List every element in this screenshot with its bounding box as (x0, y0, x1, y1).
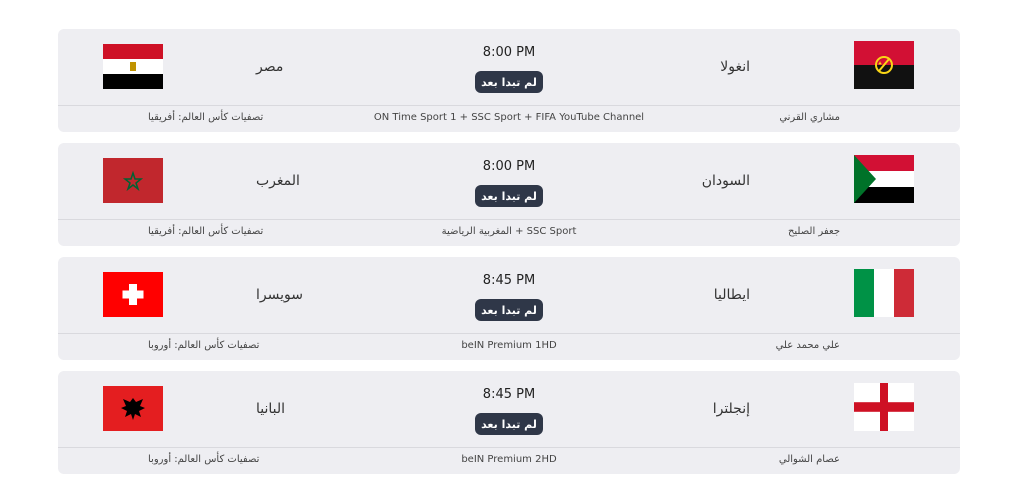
match-time: 8:45 PM (482, 387, 536, 402)
match-info: علي محمد علي beIN Premium 1HD تصفيات كأس… (58, 333, 960, 360)
competition: تصفيات كأس العالم: أفريقيا (148, 226, 264, 237)
albania-flag-icon (103, 386, 163, 431)
switzerland-flag-icon (103, 272, 163, 317)
match-time: 8:45 PM (482, 273, 536, 288)
home-team-name: انغولا (720, 59, 750, 75)
status-badge: لم تبدا بعد (475, 185, 543, 207)
match-header: ايطاليا 8:45 PM لم تبدا بعد سويسرا (58, 257, 960, 333)
away-team-name: المغرب (256, 173, 300, 189)
competition: تصفيات كأس العالم: أوروبا (148, 454, 260, 465)
home-team-name: إنجلترا (712, 401, 750, 417)
match-header: إنجلترا 8:45 PM لم تبدا بعد البانيا (58, 371, 960, 447)
morocco-flag-icon (103, 158, 163, 203)
match-time: 8:00 PM (482, 159, 536, 174)
match-card[interactable]: إنجلترا 8:45 PM لم تبدا بعد البانيا عصام… (58, 371, 960, 474)
match-info: مشاري القرني ON Time Sport 1 + SSC Sport… (58, 105, 960, 132)
away-team-name: مصر (256, 59, 284, 75)
home-team-name: ايطاليا (713, 287, 750, 303)
home-team-name: السودان (701, 173, 750, 189)
match-time: 8:00 PM (482, 45, 536, 60)
match-header: السودان 8:00 PM لم تبدا بعد المغرب (58, 143, 960, 219)
egypt-flag-icon (103, 44, 163, 89)
match-header: انغولا 8:00 PM لم تبدا بعد مصر (58, 29, 960, 105)
status-badge: لم تبدا بعد (475, 71, 543, 93)
match-list: انغولا 8:00 PM لم تبدا بعد مصر مشاري الق… (58, 29, 960, 485)
match-info: عصام الشوالي beIN Premium 2HD تصفيات كأس… (58, 447, 960, 474)
match-card[interactable]: ايطاليا 8:45 PM لم تبدا بعد سويسرا علي م… (58, 257, 960, 360)
away-team-name: سويسرا (256, 287, 303, 303)
competition: تصفيات كأس العالم: أفريقيا (148, 112, 264, 123)
away-team-name: البانيا (256, 401, 286, 417)
match-card[interactable]: انغولا 8:00 PM لم تبدا بعد مصر مشاري الق… (58, 29, 960, 132)
match-card[interactable]: السودان 8:00 PM لم تبدا بعد المغرب جعفر … (58, 143, 960, 246)
status-badge: لم تبدا بعد (475, 413, 543, 435)
competition: تصفيات كأس العالم: أوروبا (148, 340, 260, 351)
status-badge: لم تبدا بعد (475, 299, 543, 321)
match-info: جعفر الصليح المغربية الرياضية + SSC Spor… (58, 219, 960, 246)
